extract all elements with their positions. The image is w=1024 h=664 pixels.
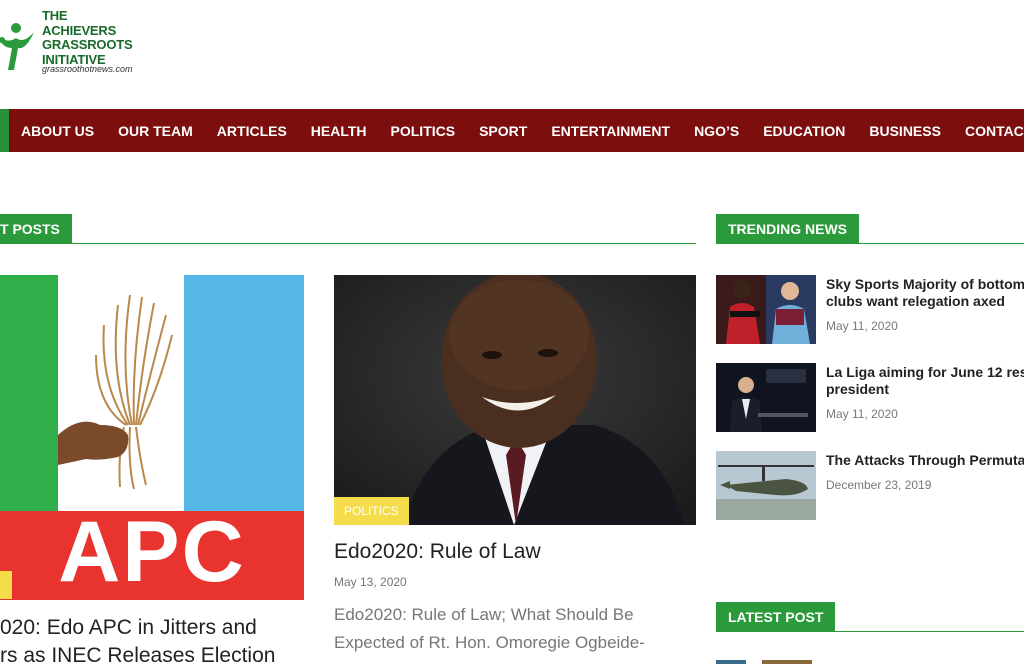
brand-name: THE ACHIEVERS GRASSROOTS INITIATIVE [42, 8, 133, 67]
latest-thumb-peek [716, 660, 746, 664]
nav-item-ngos[interactable]: NGO’S [694, 123, 739, 139]
main-nav: ABOUT US OUR TEAM ARTICLES HEALTH POLITI… [0, 109, 1024, 152]
nav-item-sport[interactable]: SPORT [479, 123, 527, 139]
recent-posts-tab: T POSTS [0, 214, 72, 244]
trending-thumb-1[interactable] [716, 275, 816, 344]
apc-image-text: APC [58, 504, 246, 600]
trending-thumb-2[interactable] [716, 363, 816, 432]
trending-title-1[interactable]: Sky Sports Majority of bottom clubs want… [826, 276, 1024, 310]
nav-item-our-team[interactable]: OUR TEAM [118, 123, 193, 139]
recent-posts-header: T POSTS [0, 214, 696, 244]
trending-header: TRENDING NEWS [716, 214, 1024, 244]
trending-date-1: May 11, 2020 [826, 319, 898, 333]
nav-item-politics[interactable]: POLITICS [391, 123, 456, 139]
trending-date-2: May 11, 2020 [826, 407, 898, 421]
post-title-apc[interactable]: 020: Edo APC in Jitters and rs as INEC R… [0, 614, 310, 664]
nav-item-articles[interactable]: ARTICLES [217, 123, 287, 139]
nav-item-contact-us[interactable]: CONTACT US [965, 123, 1024, 139]
people-logo-icon [0, 23, 34, 70]
nav-item-education[interactable]: EDUCATION [763, 123, 845, 139]
post-image-edo2020[interactable]: POLITICS [334, 275, 696, 525]
post-image-apc[interactable]: APC [0, 275, 304, 600]
post-date: May 13, 2020 [334, 575, 407, 589]
trending-date-3: December 23, 2019 [826, 478, 932, 492]
latest-post-tab: LATEST POST [716, 602, 836, 632]
nav-item-about-us[interactable]: ABOUT US [21, 123, 94, 139]
nav-item-entertainment[interactable]: ENTERTAINMENT [551, 123, 670, 139]
trending-title-3[interactable]: The Attacks Through Permuta [826, 452, 1024, 469]
post-excerpt: Edo2020: Rule of Law; What Should Be Exp… [334, 605, 645, 652]
trending-tab: TRENDING NEWS [716, 214, 859, 244]
trending-title-2[interactable]: La Liga aiming for June 12 res president [826, 364, 1024, 398]
latest-thumb-peek [762, 660, 812, 664]
football-players-image [716, 275, 816, 344]
nav-item-health[interactable]: HEALTH [311, 123, 367, 139]
laliga-president-image [716, 363, 816, 432]
latest-post-header: LATEST POST [716, 602, 1024, 632]
site-logo[interactable]: THE ACHIEVERS GRASSROOTS INITIATIVE gras… [0, 4, 140, 80]
trending-thumb-3[interactable] [716, 451, 816, 520]
nav-accent-bar [0, 109, 9, 152]
post-title-edo2020[interactable]: Edo2020: Rule of Law [334, 540, 541, 564]
portrait-image [334, 275, 696, 525]
post-category-badge[interactable]: POLITICS [334, 497, 409, 525]
helicopter-image [716, 451, 816, 520]
brand-url: grassroothotnews.com [42, 64, 133, 74]
nav-item-business[interactable]: BUSINESS [869, 123, 941, 139]
